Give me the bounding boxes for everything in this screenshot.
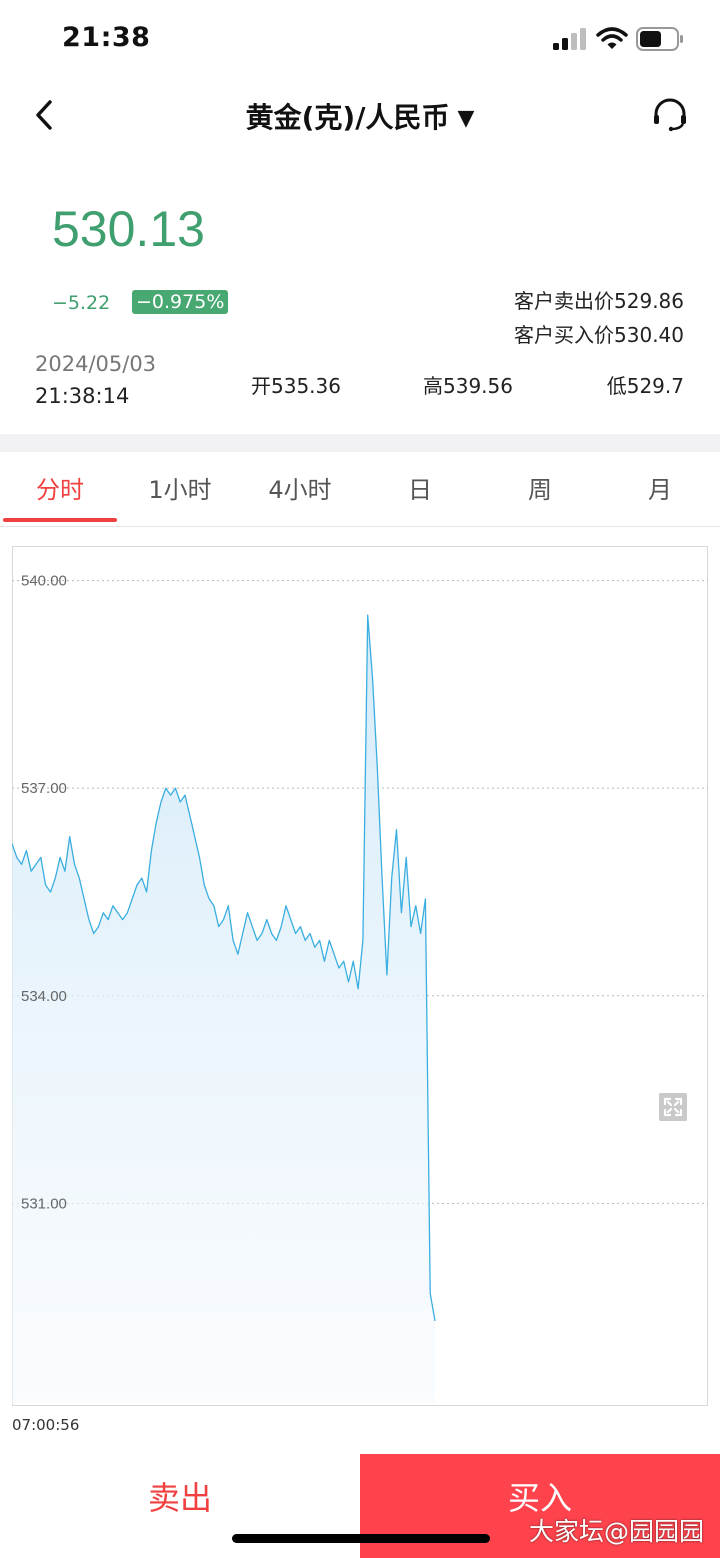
- y-tick-label: 531.00: [21, 1195, 67, 1212]
- price-area-fill: [12, 615, 435, 1404]
- intraday-price-chart: 540.00 537.00 534.00 531.00: [12, 573, 708, 1404]
- y-tick-label: 540.00: [21, 573, 67, 590]
- home-indicator: [232, 1534, 490, 1543]
- chart-start-time: 07:00:56: [12, 1416, 80, 1434]
- low-price: 低529.7: [606, 374, 684, 398]
- battery-icon: [636, 27, 683, 51]
- last-price: 530.13: [52, 201, 205, 257]
- wifi-icon: [596, 27, 628, 49]
- tab-day[interactable]: 日: [360, 452, 480, 526]
- status-bar-time: 21:38: [62, 22, 151, 53]
- y-tick-label: 537.00: [21, 780, 67, 797]
- tab-week[interactable]: 周: [480, 452, 600, 526]
- tab-1-hour[interactable]: 1小时: [120, 452, 240, 526]
- price-change-percent-badge: −0.975%: [132, 290, 229, 314]
- instrument-title: 黄金(克)/人民币: [245, 101, 450, 134]
- high-price: 高539.56: [423, 374, 513, 398]
- client-buy-price: 客户买入价530.40: [514, 323, 684, 347]
- quote-date: 2024/05/03: [35, 352, 157, 376]
- tab-month[interactable]: 月: [600, 452, 720, 526]
- open-price: 开535.36: [251, 374, 341, 398]
- price-change: −5.22: [52, 292, 111, 314]
- cellular-signal-icon: [553, 28, 586, 50]
- watermark: 大家坛@园园园: [528, 1517, 704, 1546]
- y-tick-label: 534.00: [21, 988, 67, 1005]
- tab-4-hours[interactable]: 4小时: [240, 452, 360, 526]
- client-sell-price: 客户卖出价529.86: [514, 289, 684, 313]
- quote-time: 21:38:14: [35, 384, 130, 408]
- section-divider: [0, 434, 720, 452]
- instrument-selector[interactable]: 黄金(克)/人民币 ▼: [0, 96, 720, 136]
- tab-intraday[interactable]: 分时: [0, 452, 120, 526]
- fullscreen-icon[interactable]: [659, 1093, 687, 1121]
- dropdown-caret-icon: ▼: [457, 106, 475, 131]
- period-tabs: 分时 1小时 4小时 日 周 月: [0, 452, 720, 527]
- headset-icon[interactable]: [650, 96, 690, 136]
